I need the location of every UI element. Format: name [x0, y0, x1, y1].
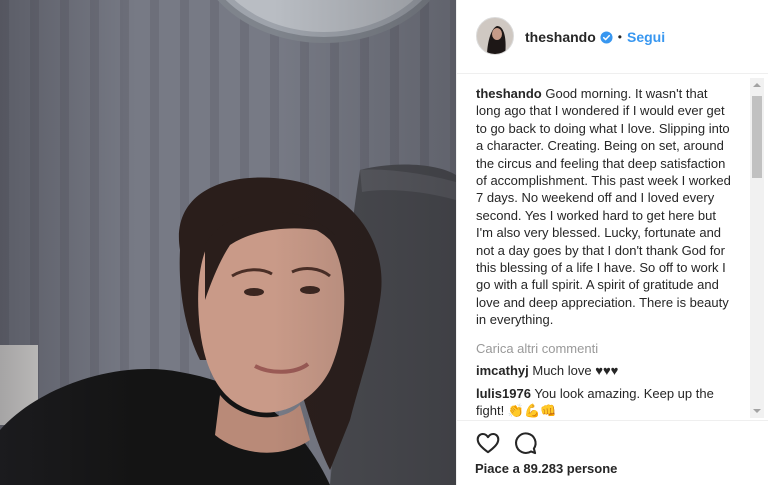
comment-item: lulis1976 You look amazing. Keep up the … [476, 385, 731, 420]
comment-text: Much love ♥♥♥ [532, 363, 619, 379]
verified-badge-icon [600, 30, 613, 44]
avatar-image [477, 18, 513, 54]
load-more-comments-link[interactable]: Carica altri commenti [476, 340, 731, 357]
post-author-username[interactable]: theshando [525, 29, 596, 45]
comment-icon[interactable] [512, 430, 538, 456]
post-header: theshando • Segui [457, 0, 768, 74]
post-actions: Piace a 89.283 persone [457, 420, 768, 485]
avatar[interactable] [476, 17, 514, 55]
comment-author[interactable]: lulis1976 [476, 386, 531, 401]
comments-scrollbar[interactable] [750, 78, 764, 418]
comment-author[interactable]: imcathyj [476, 363, 529, 378]
post-caption: theshando Good morning. It wasn't that l… [476, 85, 731, 329]
scroll-up-arrow-icon[interactable] [750, 78, 764, 92]
separator-dot: • [617, 30, 622, 44]
photo-overlay [0, 0, 456, 485]
comment-item: imcathyj Much love ♥♥♥ [476, 362, 731, 379]
follow-button[interactable]: Segui [627, 29, 665, 45]
post-details-panel: theshando • Segui theshando Good morning… [456, 0, 768, 485]
scroll-down-arrow-icon[interactable] [750, 404, 764, 418]
user-row: theshando • Segui [525, 29, 665, 45]
caption-text: Good morning. It wasn't that long ago th… [476, 86, 731, 328]
scrollbar-thumb[interactable] [752, 96, 762, 178]
post-photo[interactable] [0, 0, 456, 485]
heart-icon[interactable] [475, 430, 501, 456]
comments-list[interactable]: theshando Good morning. It wasn't that l… [457, 75, 747, 420]
likes-count[interactable]: Piace a 89.283 persone [475, 461, 617, 476]
caption-author[interactable]: theshando [476, 86, 542, 101]
